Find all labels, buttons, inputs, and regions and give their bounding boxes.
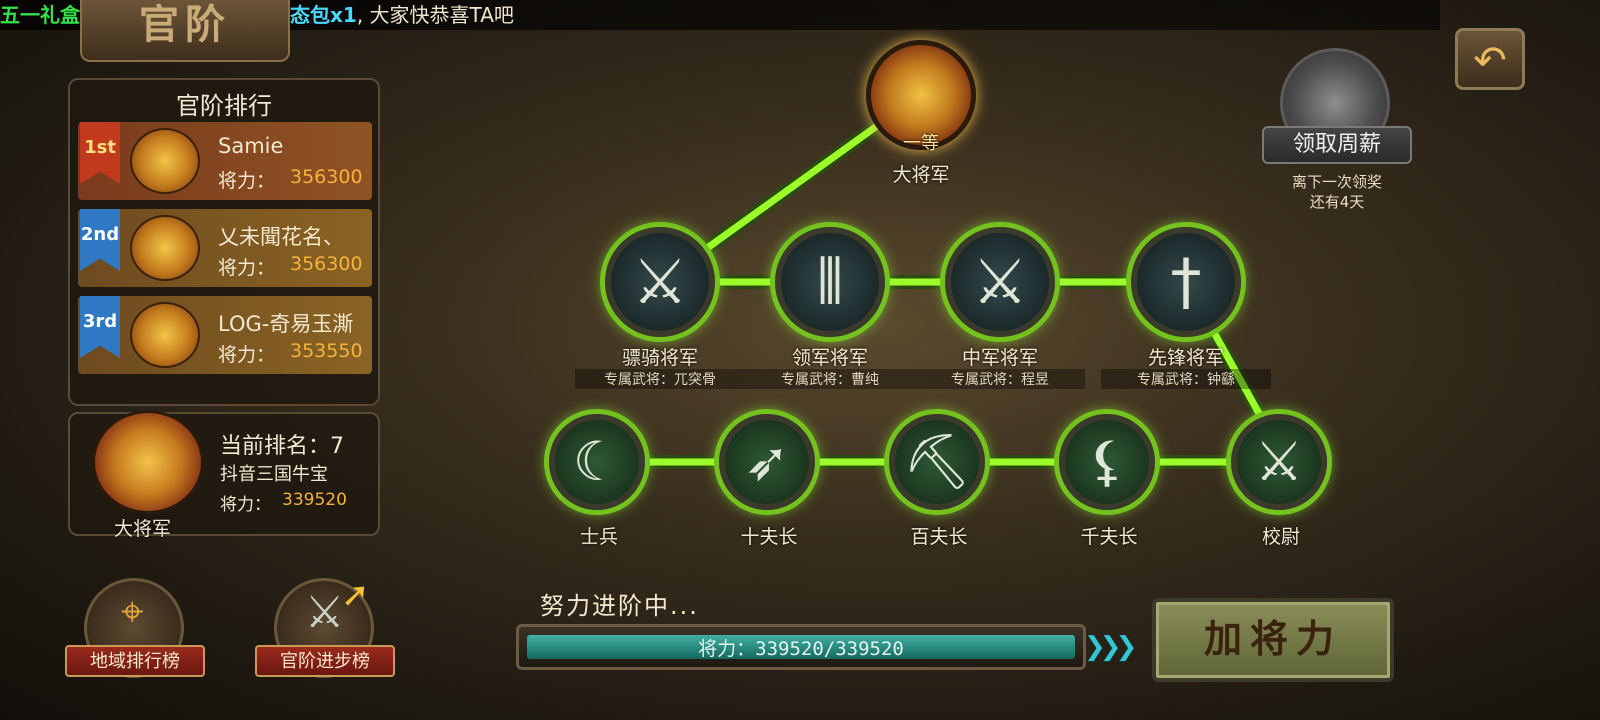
rank-node-1000[interactable]: ⚸ [1059, 414, 1155, 510]
power-progress-text: 将力：339520/339520 [698, 638, 904, 660]
rank-node-hero: 专属武将：曹纯 [745, 369, 915, 389]
rank-player-name: LOG-奇易玉澌 [218, 312, 354, 336]
chevron-right-icon: ❯❯❯ [1084, 632, 1137, 662]
salary-countdown: 离下一次领奖 还有4天 [1262, 172, 1412, 212]
rank-node-label: 中军将军 [961, 347, 1038, 369]
current-player-name: 抖音三国牛宝 [220, 464, 328, 485]
rank-node-top-label: 大将军 [892, 164, 950, 186]
rank-power-label: 将力： [218, 170, 276, 192]
power-progress-bar: 将力：339520/339520 [516, 624, 1086, 670]
rank-power-value: 356300 [290, 166, 363, 188]
rank-ribbon: 1st [80, 122, 120, 184]
promotion-rank-button[interactable]: ⚔ ➚ 官阶进步榜 [255, 575, 395, 678]
avatar [130, 215, 200, 281]
pickaxe-icon: ⛏ [902, 430, 972, 493]
rank-ribbon: 3rd [80, 296, 120, 358]
blade-icon: ⚸ [1087, 430, 1127, 493]
add-power-button[interactable]: 加将力 [1152, 598, 1394, 682]
rank-row[interactable]: 1st Samie 将力： 356300 [78, 122, 372, 200]
current-rank-value: 7 [330, 434, 345, 459]
current-rank-label: 当前排名： [220, 434, 331, 459]
sword-icon: † [1170, 245, 1202, 318]
rank-node-top[interactable]: 一等 [866, 40, 976, 154]
back-button[interactable]: ↶ [1455, 28, 1525, 90]
rank-node-label: 百夫长 [910, 526, 968, 548]
rank-power-value: 353550 [290, 340, 363, 362]
rank-node-label: 士兵 [579, 526, 618, 548]
rank-power-label: 将力： [218, 344, 276, 366]
rank-node-label: 千夫长 [1080, 526, 1138, 548]
map-pin-icon: ⌖ [121, 589, 144, 635]
rank-player-name: 乂未聞花名、 [218, 225, 344, 249]
rank-node-label: 先锋将军 [1147, 347, 1224, 369]
rank-node-soldier[interactable]: ☾ [549, 414, 645, 510]
salary-note-line1: 离下一次领奖 [1291, 173, 1382, 191]
ticker-suffix: , 大家快恭喜TA吧 [356, 3, 514, 27]
rank-badge-icon [92, 410, 204, 514]
rank-ribbon: 2nd [80, 209, 120, 271]
region-rank-button[interactable]: ⌖ 地域排行榜 [65, 578, 205, 678]
rank-node-lingjun[interactable]: ⫴ [775, 227, 885, 337]
rank-node-label: 领军将军 [791, 347, 868, 369]
rank-node-zhongjun[interactable]: ⚔ [945, 227, 1055, 337]
promotion-rank-label: 官阶进步榜 [255, 645, 395, 677]
progress-status: 努力进阶中... [540, 592, 699, 620]
claim-salary-button[interactable]: 领取周薪 [1262, 126, 1412, 164]
current-power-label: 将力： [220, 495, 271, 515]
rank-player-name: Samie [218, 134, 284, 158]
rank-power-value: 356300 [290, 253, 363, 275]
rank-node-hero: 专属武将：兀突骨 [575, 369, 745, 389]
crossed-swords-icon: ⚔ [972, 245, 1028, 318]
glaive-icon: ⚔ [1254, 430, 1304, 493]
current-power-value: 339520 [282, 490, 347, 510]
sickle-icon: ☾ [572, 430, 622, 493]
back-arrow-icon: ↶ [1473, 38, 1507, 84]
rank-node-xianfeng[interactable]: † [1131, 227, 1241, 337]
rank-panel-title: 官阶排行 [176, 92, 272, 120]
crossed-swords-icon: ⚔ [632, 245, 688, 318]
current-rank-panel: 大将军 当前排名：7 抖音三国牛宝 将力： 339520 [68, 410, 380, 540]
tier-mark: 一等 [903, 133, 939, 154]
rank-node-100[interactable]: ⛏ [889, 414, 985, 510]
avatar [130, 302, 200, 368]
rank-node-10[interactable]: ➶ [719, 414, 815, 510]
ticker-item-name: 五一礼盒 [0, 3, 80, 27]
triple-swords-icon: ⫴ [816, 245, 844, 318]
rank-panel: 官阶排行 1st Samie 将力： 356300 2nd 乂未聞花名、 将力：… [68, 78, 380, 406]
rank-row[interactable]: 2nd 乂未聞花名、 将力： 356300 [78, 209, 372, 287]
rank-node-colonel[interactable]: ⚔ [1231, 414, 1327, 510]
rank-node-hero: 专属武将：程昱 [915, 369, 1085, 389]
current-badge-title: 大将军 [114, 518, 172, 540]
spear-icon: ➶ [744, 430, 790, 493]
rank-node-hero: 专属武将：钟繇 [1101, 369, 1271, 389]
rank-node-label: 十夫长 [740, 526, 798, 548]
page-title: 官阶 [80, 0, 290, 62]
avatar [130, 128, 200, 194]
rank-power-label: 将力： [218, 257, 276, 279]
current-rank: 当前排名：7 [220, 428, 344, 460]
salary-note-line2: 还有4天 [1309, 193, 1365, 211]
region-rank-label: 地域排行榜 [65, 645, 205, 677]
crossed-swords-icon: ⚔ [305, 587, 345, 638]
rank-row[interactable]: 3rd LOG-奇易玉澌 将力： 353550 [78, 296, 372, 374]
up-arrow-icon: ➚ [341, 575, 370, 615]
rank-node-label: 校尉 [1261, 526, 1300, 548]
rank-node-piaoqi[interactable]: ⚔ [605, 227, 715, 337]
rank-node-label: 骠骑将军 [621, 347, 698, 369]
